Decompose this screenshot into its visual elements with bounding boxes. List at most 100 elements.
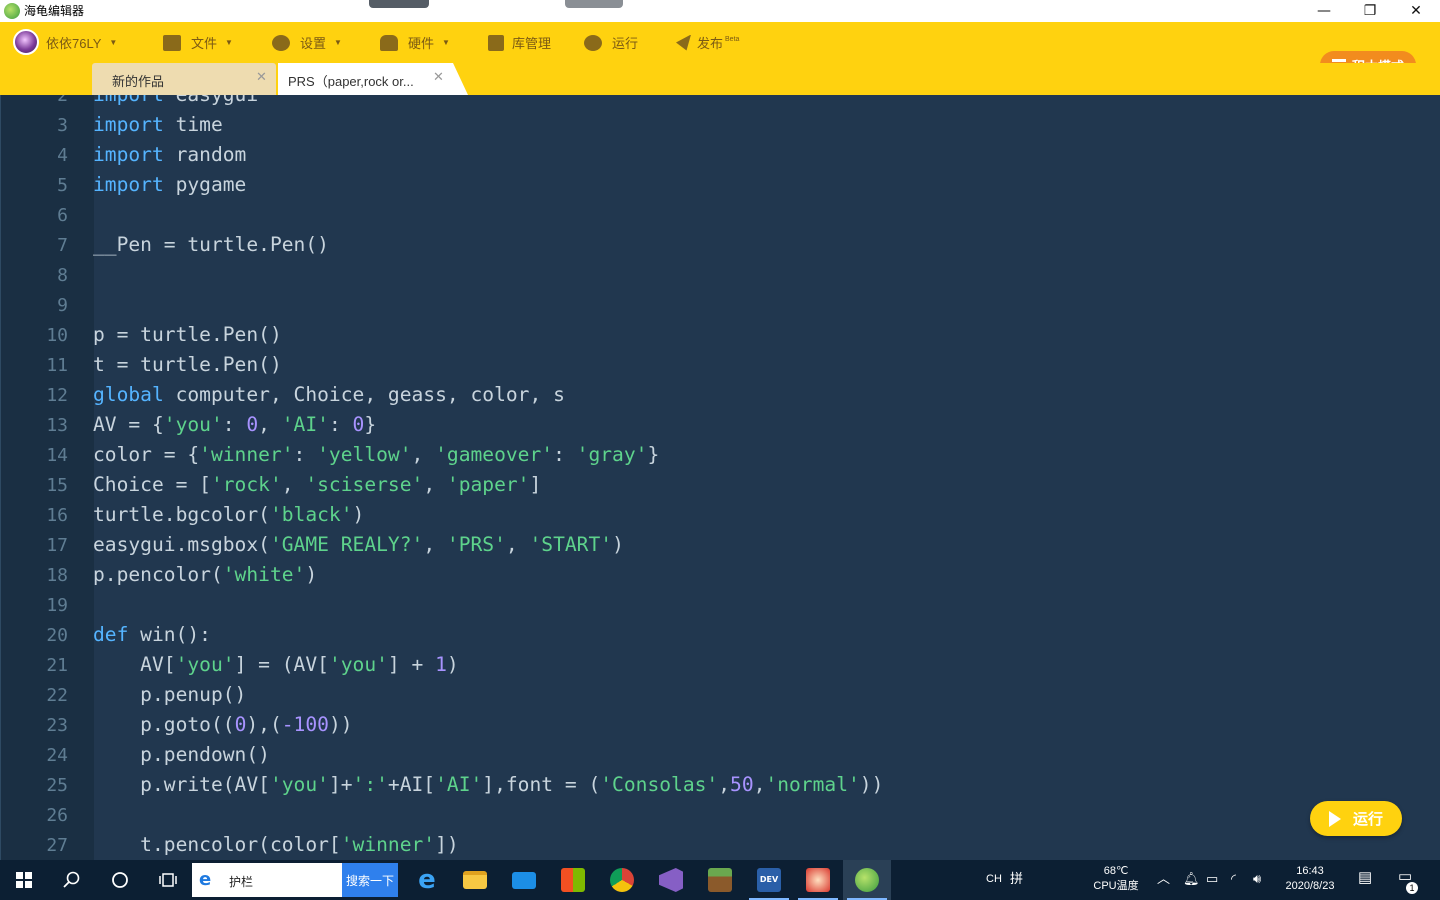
code-token: p.goto(( [93, 713, 235, 736]
run-menu[interactable]: 运行 [584, 22, 638, 63]
mail-icon[interactable] [500, 860, 548, 900]
search-icon[interactable] [48, 860, 96, 900]
task-view-icon[interactable] [144, 860, 192, 900]
run-button-label: 运行 [1352, 811, 1383, 828]
code-token: 'you' [328, 653, 388, 676]
code-token: 0 [352, 413, 365, 436]
line-number: 14 [46, 445, 68, 466]
store-icon[interactable] [549, 860, 597, 900]
code-line[interactable]: p = turtle.Pen() [93, 323, 282, 346]
close-window-button[interactable]: ✕ [1393, 0, 1439, 22]
line-number: 5 [57, 175, 68, 196]
date: 2020/8/23 [1285, 880, 1335, 892]
hardware-menu[interactable]: 硬件 ▼ [380, 22, 450, 63]
close-icon[interactable]: ✕ [256, 70, 267, 85]
file-explorer-icon[interactable] [451, 860, 499, 900]
settings-menu[interactable]: 设置 ▼ [272, 22, 342, 63]
chrome-icon[interactable] [598, 860, 646, 900]
code-token: import [93, 95, 164, 106]
restore-button[interactable]: ❐ [1347, 0, 1393, 22]
code-line[interactable]: Choice = ['rock', 'sciserse', 'paper'] [93, 473, 541, 496]
tab-prs[interactable]: PRS（paper,rock or... ✕ [278, 63, 468, 95]
user-menu[interactable]: 依依76LY ▼ [46, 22, 117, 63]
code-line[interactable]: AV = {'you': 0, 'AI': 0} [93, 413, 376, 436]
windows-start-icon[interactable] [0, 860, 48, 900]
code-line[interactable]: import time [93, 113, 223, 136]
temperature-value: 68℃ [1103, 865, 1129, 877]
code-token: import [93, 113, 164, 136]
code-line[interactable]: p.write(AV['you']+':'+AI['AI'],font = ('… [93, 773, 883, 796]
dev-cpp-icon[interactable]: DEV [745, 860, 793, 900]
code-line[interactable]: turtle.bgcolor('black') [93, 503, 364, 526]
code-line[interactable]: __Pen = turtle.Pen() [93, 233, 329, 256]
code-token: 'AI' [281, 413, 329, 436]
close-icon[interactable]: ✕ [433, 70, 444, 85]
code-line[interactable]: p.pencolor('white') [93, 563, 317, 586]
code-token: 'gameover' [435, 443, 554, 466]
file-menu[interactable]: 文件 ▼ [163, 22, 233, 63]
battery-icon[interactable]: ▭ [1206, 871, 1218, 886]
game-app-icon[interactable] [794, 860, 842, 900]
turtle-editor-icon[interactable] [843, 860, 891, 900]
line-number: 9 [57, 295, 68, 316]
code-token: p.write(AV[ [93, 773, 270, 796]
drag-handle[interactable] [369, 0, 429, 8]
code-line[interactable]: p.pendown() [93, 743, 270, 766]
minimize-button[interactable]: — [1301, 0, 1347, 22]
line-number: 4 [57, 145, 68, 166]
code-line[interactable]: easygui.msgbox('GAME REALY?', 'PRS', 'ST… [93, 533, 624, 556]
code-token: 'GAME REALY?' [269, 533, 424, 556]
code-line[interactable]: import pygame [93, 173, 246, 196]
code-token: : [328, 413, 353, 436]
code-token: , [281, 473, 306, 496]
ime-mode[interactable]: 拼 [1010, 871, 1023, 886]
code-line[interactable]: def win(): [93, 623, 211, 646]
code-token: ) [305, 563, 318, 586]
code-token: import [93, 143, 164, 166]
line-number-gutter: 2 3 4 5 6 7 8 9 10 11 12 13 14 15 16 17 18 19 20 21 22 23 24 25… [0, 95, 94, 860]
wifi-icon[interactable]: ◜ [1231, 871, 1236, 886]
line-number: 13 [46, 415, 68, 436]
drag-handle-secondary[interactable] [565, 0, 623, 8]
code-line[interactable]: t = turtle.Pen() [93, 353, 282, 376]
code-token: Choice = [ [93, 473, 211, 496]
cortana-icon[interactable] [96, 860, 144, 900]
tab-new-work[interactable]: 新的作品 ✕ [92, 63, 276, 95]
code-line[interactable]: p.penup() [93, 683, 246, 706]
code-line[interactable]: import random [93, 143, 246, 166]
clock[interactable]: 16:43 2020/8/23 [1278, 864, 1342, 894]
code-token: 'AI' [435, 773, 483, 796]
minecraft-icon[interactable] [696, 860, 744, 900]
code-line[interactable]: color = {'winner': 'yellow', 'gameover':… [93, 443, 659, 466]
code-token: AV[ [93, 653, 176, 676]
bell-icon[interactable]: 🔔︎ [1183, 871, 1200, 886]
publish-menu[interactable]: 发布 Beta [676, 22, 739, 63]
run-button[interactable]: 运行 [1310, 801, 1402, 836]
code-token: import [93, 173, 164, 196]
code-line[interactable]: t.pencolor(color['winner']) [93, 833, 459, 856]
volume-icon[interactable]: 🔊︎ [1253, 871, 1261, 886]
code-token: 'sciserse' [305, 473, 424, 496]
notes-icon[interactable]: ▤ [1358, 870, 1372, 885]
code-line[interactable]: import easygui [93, 95, 258, 106]
code-editor[interactable]: 2 3 4 5 6 7 8 9 10 11 12 13 14 15 16 17 18 19 20 21 22 23 24 25… [0, 95, 1440, 860]
code-line[interactable]: global computer, Choice, geass, color, s [93, 383, 565, 406]
chevron-up-icon[interactable]: ︿ [1157, 871, 1170, 886]
code-line[interactable]: p.goto((0),(-100)) [93, 713, 352, 736]
code-token: 1 [435, 653, 447, 676]
avatar[interactable] [13, 29, 39, 55]
visual-studio-icon[interactable] [647, 860, 695, 900]
library-menu[interactable]: 库管理 [488, 22, 551, 63]
title-bar: 海龟编辑器 — ❐ ✕ [0, 0, 1440, 22]
code-line[interactable]: AV['you'] = (AV['you'] + 1) [93, 653, 459, 676]
code-token: 'winner' [340, 833, 436, 856]
taskbar-search-input[interactable]: e 护栏 [192, 863, 342, 897]
code-token: AV = { [93, 413, 164, 436]
code-token: ':' [352, 773, 388, 796]
inbox-icon [488, 34, 504, 51]
tab-label: PRS（paper,rock or... [288, 74, 414, 89]
ime-indicator[interactable]: CH [986, 872, 1002, 887]
edge-icon[interactable]: e [403, 860, 451, 900]
code-token: random [163, 143, 247, 166]
search-button[interactable]: 搜索一下 [342, 863, 398, 897]
